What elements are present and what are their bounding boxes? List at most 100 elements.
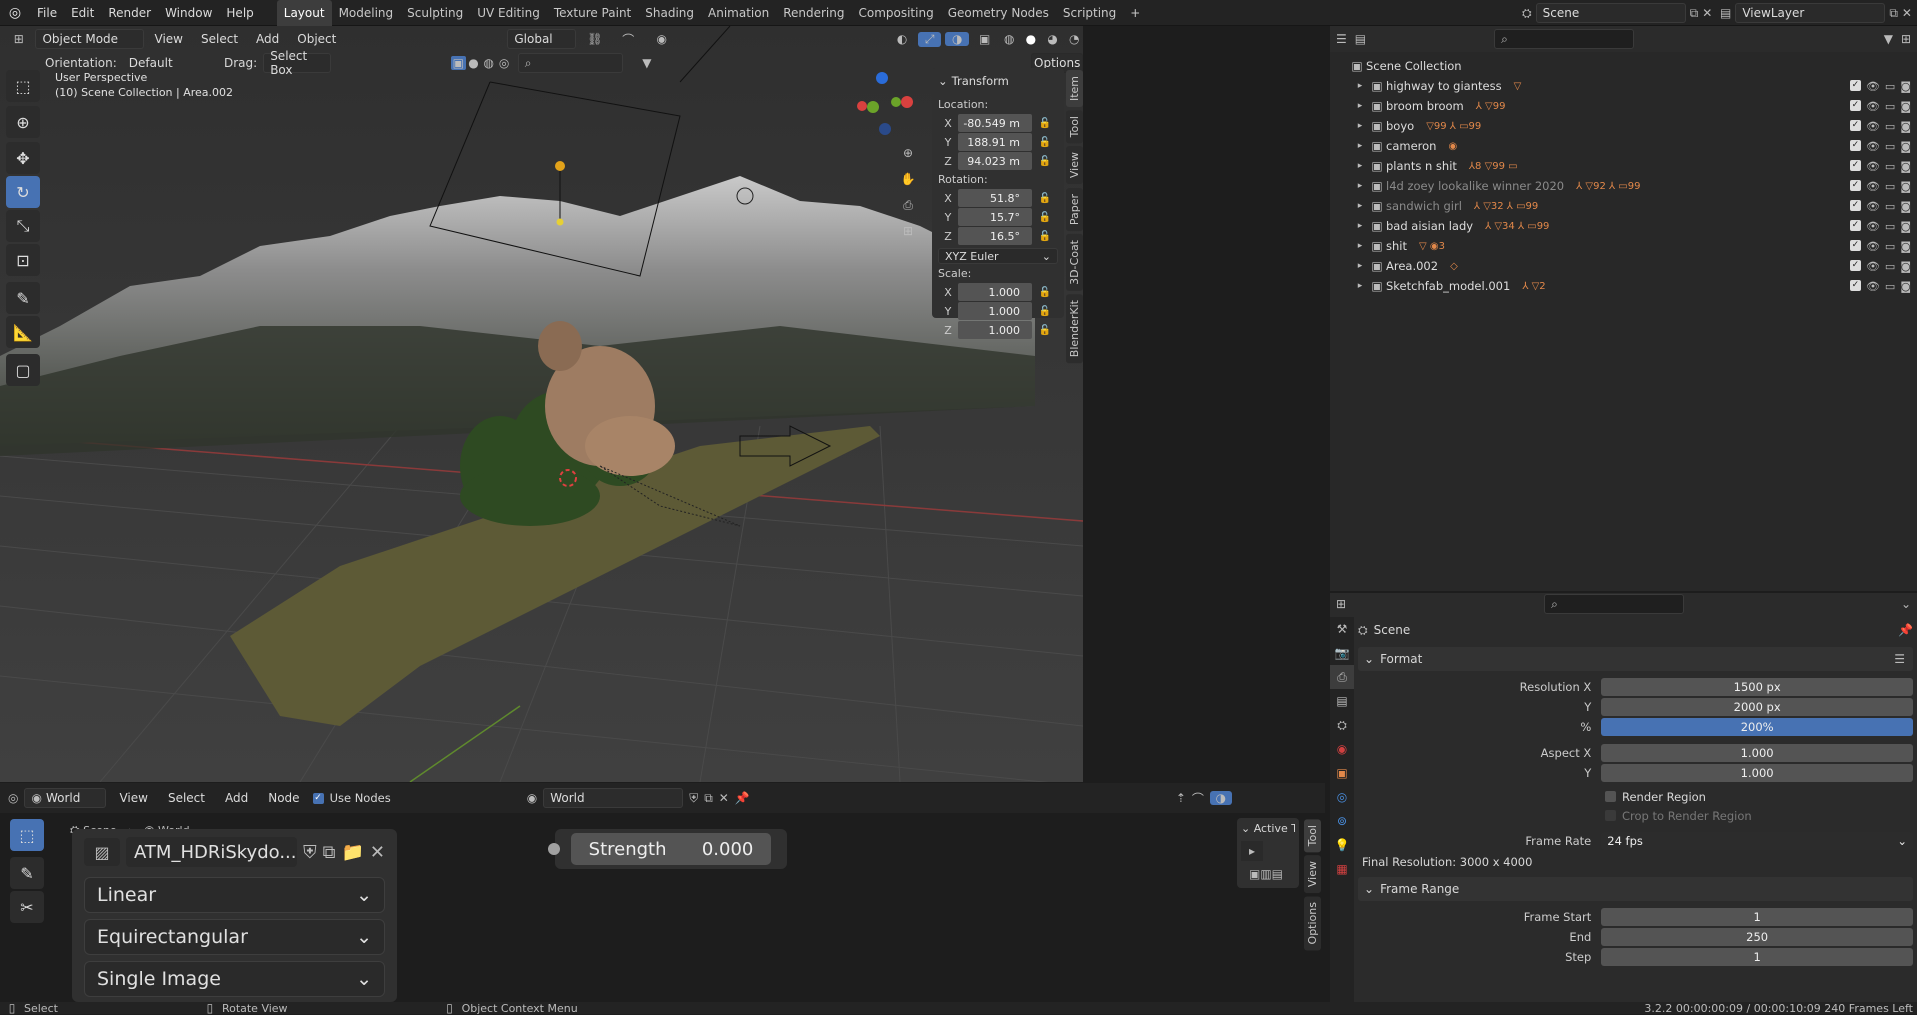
shading-material-icon[interactable]: ◕ <box>1044 32 1062 46</box>
rotation-z-field[interactable]: 16.5° <box>958 227 1032 245</box>
render-tab-icon[interactable]: 📷 <box>1330 641 1354 665</box>
render-region-row[interactable]: Render Region <box>1358 787 1913 806</box>
exclude-checkbox[interactable]: ✓ <box>1849 99 1861 111</box>
tab-uv-editing[interactable]: UV Editing <box>470 0 547 26</box>
menu-help[interactable]: Help <box>219 0 260 26</box>
projection-dropdown[interactable]: Equirectangular ⌄ <box>84 919 385 955</box>
eye-icon[interactable]: 👁 <box>1866 120 1880 133</box>
monitor-icon[interactable]: ▭ <box>1885 220 1895 233</box>
chevron-down-icon[interactable]: ⌄ <box>1901 597 1911 611</box>
outliner-row[interactable]: ▸ ▣ bad aisian lady ⅄ ▽34 ⅄ ▭99 ✓ 👁 ▭ ◙ <box>1330 216 1917 236</box>
location-x-field[interactable]: -80.549 m <box>958 114 1032 132</box>
outliner-row[interactable]: ▸ ▣ shit ▽ ◉3 ✓ 👁 ▭ ◙ <box>1330 236 1917 256</box>
eye-icon[interactable]: 👁 <box>1866 100 1880 113</box>
camera-icon[interactable]: ◙ <box>1900 120 1911 133</box>
tab-blenderkit[interactable]: BlenderKit <box>1066 293 1083 363</box>
camera-icon[interactable]: ◙ <box>1900 180 1911 193</box>
tab-texture-paint[interactable]: Texture Paint <box>547 0 638 26</box>
expand-arrow-icon[interactable]: ▸ <box>1352 201 1368 211</box>
display-mode-icon[interactable]: ▤ <box>1355 32 1366 46</box>
eye-icon[interactable]: 👁 <box>1866 280 1880 293</box>
rotation-z-row[interactable]: Z 16.5° 🔓 <box>938 227 1058 245</box>
expand-arrow-icon[interactable]: ▸ <box>1352 241 1368 251</box>
tab-sculpting[interactable]: Sculpting <box>400 0 470 26</box>
shader-menu-add[interactable]: Add <box>218 785 255 811</box>
shading-icon[interactable]: ● <box>466 56 481 70</box>
move-tool[interactable]: ✥ <box>6 142 40 174</box>
shader-type-dropdown[interactable]: ◉ World <box>24 788 107 808</box>
location-z-row[interactable]: Z 94.023 m 🔓 <box>938 152 1058 170</box>
eye-icon[interactable]: 👁 <box>1866 240 1880 253</box>
object-tab-icon[interactable]: ▣ <box>1330 761 1354 785</box>
monitor-icon[interactable]: ▭ <box>1885 280 1895 293</box>
shading-rendered-icon[interactable]: ◔ <box>1065 32 1083 46</box>
lock-icon[interactable]: 🔓 <box>1032 156 1058 167</box>
data-tab-icon[interactable]: 💡 <box>1330 833 1354 857</box>
tab-geometry-nodes[interactable]: Geometry Nodes <box>941 0 1056 26</box>
zoom-icon[interactable]: ⊕ <box>897 140 919 166</box>
exclude-checkbox[interactable]: ✓ <box>1849 199 1861 211</box>
select-mode-icon[interactable]: ▣▥▤ <box>1241 865 1291 883</box>
lock-icon[interactable]: 🔓 <box>1032 287 1058 298</box>
scale-y-row[interactable]: Y 1.000 🔓 <box>938 302 1058 320</box>
frame-step-field[interactable]: 1 <box>1601 947 1913 966</box>
rotate-tool[interactable]: ↻ <box>6 176 40 208</box>
filter-icon[interactable]: ▼ <box>637 56 656 70</box>
add-workspace-button[interactable]: + <box>1123 0 1147 26</box>
annotate-tool[interactable]: ✎ <box>10 857 44 889</box>
rotation-x-field[interactable]: 51.8° <box>958 189 1032 207</box>
constraints-tab-icon[interactable]: ⊚ <box>1330 809 1354 833</box>
outliner-row[interactable]: ▸ ▣ Area.002 ◇ ✓ 👁 ▭ ◙ <box>1330 256 1917 276</box>
tab-scripting[interactable]: Scripting <box>1056 0 1123 26</box>
scene-collection-row[interactable]: ▣ Scene Collection <box>1330 56 1917 76</box>
transform-tool[interactable]: ⊡ <box>6 244 40 276</box>
visibility-icon[interactable]: ◐ <box>890 32 914 46</box>
tab-view[interactable]: View <box>1304 855 1321 894</box>
menu-render[interactable]: Render <box>101 0 158 26</box>
outliner-row[interactable]: ▸ ▣ cameron ◉ ✓ 👁 ▭ ◙ <box>1330 136 1917 156</box>
select-tool-icon[interactable]: ▸ <box>1241 841 1263 861</box>
mode-dropdown[interactable]: Object Mode <box>35 29 144 49</box>
grid-toggle-icon[interactable]: ⊞ <box>897 218 919 244</box>
outliner-row[interactable]: ▸ ▣ Sketchfab_model.001 ⅄ ▽2 ✓ 👁 ▭ ◙ <box>1330 276 1917 296</box>
copy-icon[interactable]: ⧉ <box>323 842 336 863</box>
expand-arrow-icon[interactable]: ▸ <box>1352 161 1368 171</box>
exclude-checkbox[interactable]: ✓ <box>1849 79 1861 91</box>
eye-icon[interactable]: 👁 <box>1866 200 1880 213</box>
camera-icon[interactable]: ◙ <box>1900 140 1911 153</box>
eye-icon[interactable]: 👁 <box>1866 160 1880 173</box>
expand-arrow-icon[interactable]: ▸ <box>1352 281 1368 291</box>
camera-icon[interactable]: ◙ <box>1900 280 1911 293</box>
texture-tab-icon[interactable]: ▦ <box>1330 857 1354 881</box>
exclude-checkbox[interactable]: ✓ <box>1849 139 1861 151</box>
frame-rate-dropdown[interactable]: 24 fps ⌄ <box>1601 831 1913 850</box>
exclude-checkbox[interactable]: ✓ <box>1849 119 1861 131</box>
expand-arrow-icon[interactable]: ▸ <box>1352 261 1368 271</box>
camera-icon[interactable]: ◙ <box>1900 80 1911 93</box>
lock-icon[interactable]: 🔓 <box>1032 137 1058 148</box>
close-icon[interactable]: ✕ <box>1702 6 1712 20</box>
expand-arrow-icon[interactable]: ▸ <box>1352 121 1368 131</box>
snap-icon[interactable]: ⌒ <box>1192 790 1204 807</box>
menu-edit[interactable]: Edit <box>64 0 101 26</box>
scale-x-row[interactable]: X 1.000 🔓 <box>938 283 1058 301</box>
links-cut-tool[interactable]: ✂ <box>10 891 44 923</box>
snap-icon[interactable]: ⌒ <box>614 31 643 48</box>
monitor-icon[interactable]: ▭ <box>1885 200 1895 213</box>
use-nodes-checkbox[interactable]: ✓ <box>312 792 324 804</box>
blender-logo-icon[interactable]: ◎ <box>0 5 30 21</box>
camera-icon[interactable]: ◙ <box>1900 260 1911 273</box>
eye-icon[interactable]: 👁 <box>1866 180 1880 193</box>
gizmo-toggle-icon[interactable]: ⤢ <box>917 31 942 47</box>
viewlayer-field[interactable]: ViewLayer <box>1735 3 1886 23</box>
menu-file[interactable]: File <box>30 0 64 26</box>
vp-menu-select[interactable]: Select <box>194 26 245 52</box>
world-datablock-field[interactable]: World <box>543 788 684 808</box>
pin-icon[interactable]: 📌 <box>735 791 750 805</box>
filter-icon[interactable]: ▼ <box>1884 32 1893 46</box>
exclude-checkbox[interactable]: ✓ <box>1849 279 1861 291</box>
properties-search[interactable]: ⌕ <box>1544 594 1685 614</box>
lock-icon[interactable]: 🔓 <box>1032 325 1058 336</box>
monitor-icon[interactable]: ▭ <box>1885 140 1895 153</box>
rotation-x-row[interactable]: X 51.8° 🔓 <box>938 189 1058 207</box>
